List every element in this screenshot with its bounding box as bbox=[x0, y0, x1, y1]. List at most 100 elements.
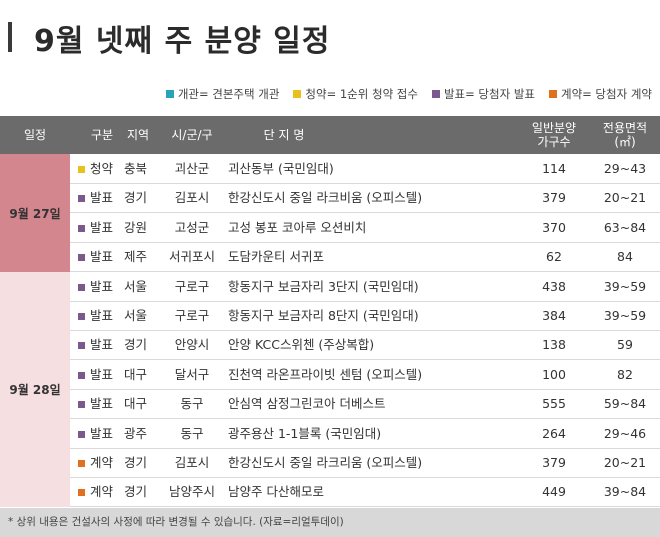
row-region: 경기 bbox=[124, 455, 148, 470]
row-units: 449 bbox=[542, 484, 566, 500]
row-region: 대구 bbox=[124, 366, 148, 382]
table-row: 발표 제주 서귀포시 도담카운티 서귀포 62 84 bbox=[70, 242, 660, 273]
footnote: * 상위 내용은 건설사의 사정에 따라 변경될 수 있습니다. (자료=리얼투… bbox=[0, 508, 660, 537]
page-title: 9월 넷째 주 분양 일정 bbox=[34, 24, 331, 59]
status-marker-icon bbox=[78, 183, 85, 212]
table-row: 발표 강원 고성군 고성 봉포 코아루 오션비치 370 63~84 bbox=[70, 213, 660, 243]
status-marker-icon bbox=[78, 272, 85, 301]
table-row: 청약 충북 괴산군 괴산동부 (국민임대) 114 29~43 bbox=[70, 154, 660, 184]
row-name: 안양 KCC스위첸 (주상복합) bbox=[228, 337, 375, 353]
row-region: 서울 bbox=[124, 278, 148, 294]
row-name: 한강신도시 중일 라크비움 (오피스텔) bbox=[228, 190, 423, 206]
row-area: 20~21 bbox=[603, 455, 647, 470]
row-units: 555 bbox=[542, 396, 566, 412]
title-accent-bar bbox=[8, 22, 12, 52]
legend-swatch bbox=[548, 90, 557, 98]
row-type: 발표 bbox=[90, 425, 114, 441]
status-marker-icon bbox=[78, 477, 85, 506]
status-marker-icon bbox=[78, 419, 85, 448]
row-units: 100 bbox=[542, 366, 566, 382]
row-units: 114 bbox=[542, 161, 566, 176]
row-region: 서울 bbox=[124, 308, 148, 323]
row-city: 동구 bbox=[180, 425, 204, 441]
status-marker-icon bbox=[78, 242, 85, 271]
header-area-line1: 전용면적 bbox=[602, 121, 648, 135]
legend-swatch bbox=[431, 90, 440, 98]
header-city: 시/군/구 bbox=[171, 128, 213, 142]
legend-label: 개관= 견본주택 개관 bbox=[177, 87, 280, 101]
row-name: 고성 봉포 코아루 오션비치 bbox=[228, 219, 367, 235]
row-area: 59~84 bbox=[603, 396, 647, 412]
row-city: 남양주시 bbox=[168, 484, 215, 500]
row-units: 379 bbox=[542, 455, 566, 470]
row-area: 29~43 bbox=[603, 161, 647, 176]
table-row: 발표 서울 구로구 항동지구 보금자리 8단지 (국민임대) 384 39~59 bbox=[70, 301, 660, 331]
legend: 개관= 견본주택 개관 청약= 1순위 청약 접수 발표= 당첨자 발표 계약= 당첨… bbox=[0, 86, 652, 102]
row-area: 20~21 bbox=[603, 190, 647, 206]
row-type: 발표 bbox=[90, 249, 114, 265]
legend-item: 계약= 당첨자 계약 bbox=[548, 86, 652, 102]
header-region: 지역 bbox=[126, 128, 150, 142]
table-row: 발표 대구 달서구 진천역 라온프라이빗 센텀 (오피스텔) 100 82 bbox=[70, 360, 660, 390]
row-city: 달서구 bbox=[174, 366, 210, 382]
legend-label: 계약= 당첨자 계약 bbox=[560, 87, 652, 101]
header-area: 전용면적 (㎡) bbox=[590, 116, 660, 154]
header-date: 일정 bbox=[23, 128, 47, 142]
table-row: 발표 서울 구로구 항동지구 보금자리 3단지 (국민임대) 438 39~59 bbox=[70, 272, 660, 302]
row-name: 도담카운티 서귀포 bbox=[228, 249, 324, 265]
row-city: 구로구 bbox=[174, 308, 210, 323]
row-type: 발표 bbox=[90, 190, 114, 206]
row-city: 고성군 bbox=[174, 219, 210, 235]
table-header: 일정 구분 지역 시/군/구 단 지 명 일반분양 가구수 전용면적 (㎡) bbox=[0, 116, 660, 154]
table-row: 발표 대구 동구 안심역 삼정그린코아 더베스트 555 59~84 bbox=[70, 389, 660, 420]
row-region: 경기 bbox=[124, 337, 148, 353]
status-marker-icon bbox=[78, 448, 85, 477]
header-units-line1: 일반분양 bbox=[531, 121, 577, 135]
status-marker-icon bbox=[78, 360, 85, 389]
header-area-line2: (㎡) bbox=[614, 135, 636, 149]
row-units: 379 bbox=[542, 190, 566, 206]
row-name: 남양주 다산해모로 bbox=[228, 484, 324, 500]
status-marker-icon bbox=[78, 154, 85, 183]
row-area: 39~59 bbox=[603, 278, 647, 294]
table-row: 발표 경기 김포시 한강신도시 중일 라크비움 (오피스텔) 379 20~21 bbox=[70, 183, 660, 214]
legend-item: 발표= 당첨자 발표 bbox=[431, 86, 535, 102]
row-name: 광주용산 1-1블록 (국민임대) bbox=[228, 425, 382, 441]
row-area: 29~46 bbox=[603, 425, 647, 441]
row-area: 63~84 bbox=[603, 219, 647, 235]
table-row: 계약 경기 김포시 한강신도시 중일 라크리움 (오피스텔) 379 20~21 bbox=[70, 448, 660, 478]
legend-item: 개관= 견본주택 개관 bbox=[165, 86, 280, 102]
row-city: 서귀포시 bbox=[168, 249, 215, 265]
status-marker-icon bbox=[78, 301, 85, 330]
row-units: 438 bbox=[542, 278, 566, 294]
row-area: 82 bbox=[617, 366, 633, 382]
row-city: 김포시 bbox=[174, 455, 210, 470]
row-region: 경기 bbox=[124, 190, 148, 206]
table-row: 계약 경기 남양주시 남양주 다산해모로 449 39~84 bbox=[70, 477, 660, 508]
row-type: 발표 bbox=[90, 219, 114, 235]
row-name: 항동지구 보금자리 3단지 (국민임대) bbox=[228, 278, 419, 294]
status-marker-icon bbox=[78, 213, 85, 242]
row-city: 안양시 bbox=[174, 337, 210, 353]
row-name: 괴산동부 (국민임대) bbox=[228, 161, 334, 176]
row-units: 138 bbox=[542, 337, 566, 353]
row-units: 62 bbox=[546, 249, 562, 265]
row-type: 청약 bbox=[90, 161, 114, 176]
legend-swatch bbox=[165, 90, 174, 98]
row-area: 59 bbox=[617, 337, 633, 353]
row-city: 괴산군 bbox=[174, 161, 210, 176]
row-name: 한강신도시 중일 라크리움 (오피스텔) bbox=[228, 455, 423, 470]
legend-label: 발표= 당첨자 발표 bbox=[443, 87, 535, 101]
table-row: 발표 광주 동구 광주용산 1-1블록 (국민임대) 264 29~46 bbox=[70, 419, 660, 449]
date-group-sep28: 9월 28일 bbox=[0, 272, 70, 507]
row-type: 계약 bbox=[90, 455, 114, 470]
legend-item: 청약= 1순위 청약 접수 bbox=[293, 86, 418, 102]
row-units: 264 bbox=[542, 425, 566, 441]
row-type: 계약 bbox=[90, 484, 114, 500]
row-type: 발표 bbox=[90, 366, 114, 382]
legend-label: 청약= 1순위 청약 접수 bbox=[305, 87, 418, 101]
row-region: 대구 bbox=[124, 396, 148, 412]
row-name: 항동지구 보금자리 8단지 (국민임대) bbox=[228, 308, 419, 323]
row-region: 강원 bbox=[124, 219, 148, 235]
row-city: 김포시 bbox=[174, 190, 210, 206]
